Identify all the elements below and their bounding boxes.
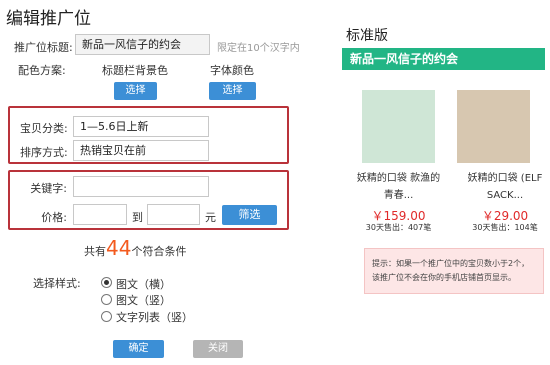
title-input[interactable]: 新品一风信子的约会	[75, 34, 210, 55]
product-name[interactable]: 妖精的口袋 款渔的 青春...	[343, 170, 454, 204]
category-label: 宝贝分类:	[20, 122, 68, 135]
bg-color-label: 标题栏背景色	[102, 64, 168, 77]
page-title: 编辑推广位	[6, 9, 91, 29]
font-color-label: 字体颜色	[210, 64, 254, 77]
select-font-color-button[interactable]: 选择	[209, 82, 256, 100]
color-scheme-label: 配色方案:	[18, 64, 66, 77]
product-image[interactable]	[457, 90, 530, 163]
result-count: 共有44个符合条件	[84, 236, 186, 260]
keyword-input[interactable]	[73, 176, 209, 197]
price-unit-label: 元	[205, 211, 216, 224]
select-bg-color-button[interactable]: 选择	[114, 82, 157, 100]
sort-label: 排序方式:	[20, 146, 68, 159]
style-option-text-list[interactable]: 文字列表（竖）	[116, 309, 193, 325]
count-prefix: 共有	[84, 245, 106, 258]
style-radio-vertical[interactable]	[101, 294, 112, 305]
preview-notice: 提示：如果一个推广位中的宝贝数小于2个，该推广位不会在你的手机店铺首页显示。	[364, 248, 544, 294]
style-option-horizontal[interactable]: 图文（横）	[116, 276, 171, 292]
product-name[interactable]: 妖精的口袋 (ELF SACK...	[462, 170, 548, 204]
style-radio-horizontal[interactable]	[101, 277, 112, 288]
close-button[interactable]: 关闭	[193, 340, 243, 358]
product-sold: 30天售出：407笔	[365, 223, 432, 232]
category-select[interactable]: 1—5.6日上新	[73, 116, 209, 137]
product-name-line1: 妖精的口袋 款渔的	[356, 173, 441, 184]
count-suffix: 个符合条件	[131, 245, 187, 258]
style-label: 选择样式:	[33, 277, 81, 290]
price-label: 价格:	[41, 211, 67, 224]
product-name-line2: SACK...	[486, 190, 524, 201]
product-image[interactable]	[362, 90, 435, 163]
price-to-label: 到	[132, 211, 143, 224]
title-hint: 限定在10个汉字内	[217, 43, 300, 54]
style-radio-text-list[interactable]	[101, 311, 112, 322]
price-max-input[interactable]	[147, 204, 200, 225]
preview-title: 标准版	[346, 28, 388, 44]
count-number: 44	[106, 236, 132, 260]
product-sold: 30天售出：104笔	[472, 223, 538, 232]
title-label: 推广位标题:	[14, 41, 73, 54]
product-name-line1: 妖精的口袋 (ELF	[467, 173, 543, 184]
product-name-line2: 青春...	[383, 190, 414, 201]
preview-banner: 新品一风信子的约会	[342, 48, 545, 70]
sort-select[interactable]: 热销宝贝在前	[73, 140, 209, 161]
confirm-button[interactable]: 确定	[113, 340, 164, 358]
style-option-vertical[interactable]: 图文（竖）	[116, 292, 171, 308]
price-min-input[interactable]	[73, 204, 127, 225]
filter-button[interactable]: 筛选	[222, 205, 277, 225]
keyword-label: 关键字:	[30, 182, 67, 195]
